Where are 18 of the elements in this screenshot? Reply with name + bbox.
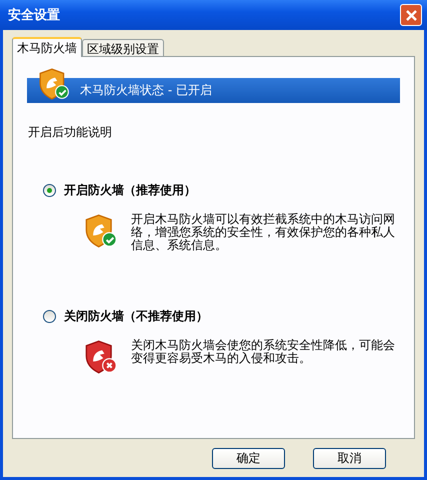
window-title: 安全设置 <box>8 6 60 24</box>
radio-option[interactable]: 开启防火墙（推荐使用） <box>27 182 400 199</box>
section-label: 开启后功能说明 <box>28 124 113 141</box>
radio-button[interactable] <box>43 184 56 197</box>
radio-button[interactable] <box>43 310 56 323</box>
shield-check-icon <box>37 67 71 101</box>
description-text: 开启木马防火墙可以有效拦截系统中的木马访问网络，增强您系统的安全性，有效保护您的各种私人信息、系统信息。 <box>131 213 396 252</box>
radio-option[interactable]: 关闭防火墙（不推荐使用） <box>27 308 400 325</box>
shield-check-icon <box>83 213 119 249</box>
dialog-button[interactable]: 确定 <box>212 448 285 469</box>
tab[interactable]: 木马防火墙 <box>12 37 82 57</box>
close-icon <box>404 8 418 22</box>
description-text: 关闭木马防火墙会使您的系统安全性降低，可能会变得更容易受木马的入侵和攻击。 <box>131 339 396 367</box>
status-text: 木马防火墙状态 - 已开启 <box>80 82 212 99</box>
tab[interactable]: 区域级别设置 <box>82 39 164 56</box>
shield-cross-icon <box>83 339 119 375</box>
dialog-button[interactable]: 取消 <box>313 448 386 469</box>
close-button[interactable] <box>400 4 422 26</box>
